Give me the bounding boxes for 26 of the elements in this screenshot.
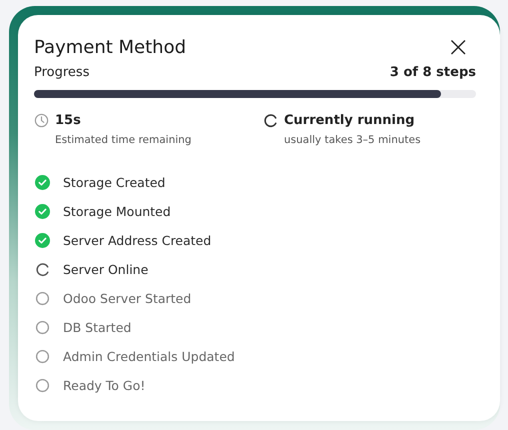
step-count: 3 of 8 steps bbox=[390, 65, 476, 80]
info-caption: usually takes 3–5 minutes bbox=[284, 134, 421, 146]
check-circle-icon bbox=[35, 233, 50, 248]
check-circle-icon bbox=[35, 175, 50, 190]
empty-circle-icon bbox=[35, 291, 50, 306]
empty-circle-icon bbox=[35, 349, 50, 364]
clock-icon bbox=[34, 113, 49, 128]
progress-label: Progress bbox=[34, 65, 90, 80]
check-circle-icon bbox=[35, 204, 50, 219]
info-value: Currently running bbox=[284, 113, 415, 128]
step-label: Storage Mounted bbox=[63, 204, 171, 219]
empty-circle-icon bbox=[35, 320, 50, 335]
step-label: Admin Credentials Updated bbox=[63, 349, 235, 364]
info-value: 15s bbox=[55, 113, 81, 128]
info-caption: Estimated time remaining bbox=[55, 134, 192, 146]
dialog-title: Payment Method bbox=[34, 36, 186, 58]
step-label: Odoo Server Started bbox=[63, 291, 192, 306]
step-label: Server Online bbox=[63, 262, 148, 277]
empty-circle-icon bbox=[35, 378, 50, 393]
close-button[interactable]: × bbox=[446, 35, 470, 59]
step-label: Ready To Go! bbox=[63, 378, 146, 393]
step-label: DB Started bbox=[63, 320, 132, 335]
spinner-icon bbox=[35, 262, 50, 277]
spinner-icon bbox=[263, 113, 278, 128]
step-label: Server Address Created bbox=[63, 233, 212, 248]
step-label: Storage Created bbox=[63, 175, 166, 190]
